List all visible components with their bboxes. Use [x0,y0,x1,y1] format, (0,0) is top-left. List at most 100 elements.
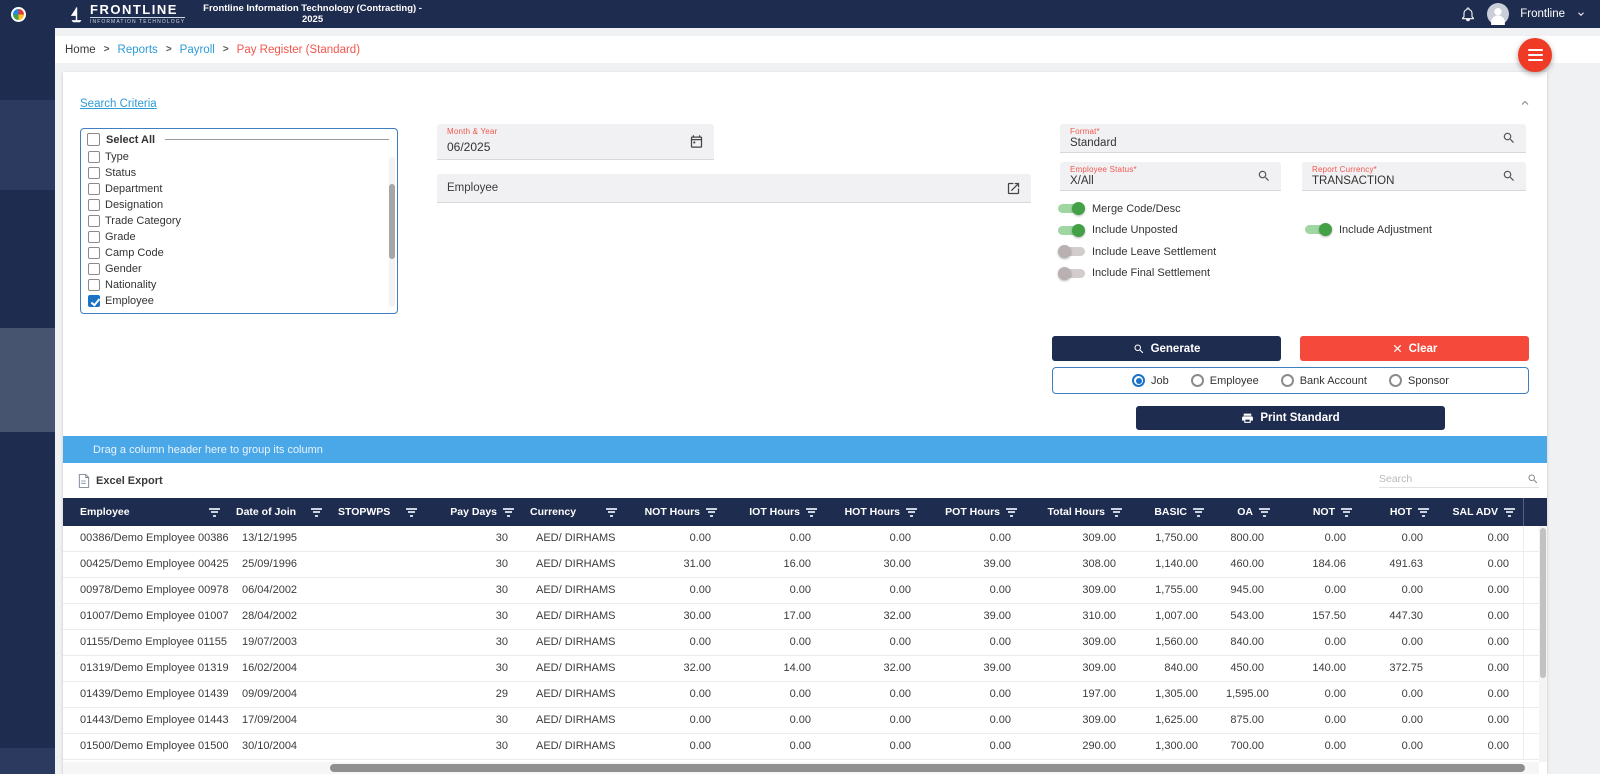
filter-option[interactable]: Trade Category [88,213,397,229]
table-row[interactable]: 00978/Demo Employee 00978 06/04/2002 30 AED… [63,578,1547,604]
column-header-hot-hours[interactable]: HOT Hours [825,498,925,526]
filter-icon[interactable] [1504,507,1515,517]
filter-option[interactable]: Department [88,181,397,197]
filter-icon[interactable] [1341,507,1352,517]
table-row[interactable]: 01500/Demo Employee 01500 30/10/2004 30 AED… [63,734,1547,760]
filter-option[interactable]: Grade [88,229,397,245]
filter-icon[interactable] [1111,507,1122,517]
column-header-currency[interactable]: Currency [522,498,625,526]
filter-icon[interactable] [906,507,917,517]
column-header-total-hours[interactable]: Total Hours [1025,498,1130,526]
avatar[interactable] [1487,3,1510,25]
toggle-switch[interactable] [1058,245,1085,259]
filter-icon[interactable] [1193,507,1204,517]
filter-icon[interactable] [311,507,322,517]
listbox-scrollbar[interactable] [389,157,395,307]
notifications-bell-icon[interactable] [1460,6,1476,22]
filter-checkbox[interactable] [88,295,100,307]
filter-option[interactable]: Employee [88,293,397,309]
column-header-not-hours[interactable]: NOT Hours [625,498,725,526]
radio-option[interactable]: Sponsor [1388,374,1449,387]
toggle-switch[interactable] [1058,266,1085,280]
filter-checkbox[interactable] [88,215,100,227]
chevron-down-icon[interactable] [1576,9,1586,19]
filter-checkbox[interactable] [88,279,100,291]
open-picker-icon[interactable] [1006,181,1021,196]
select-all-row[interactable]: Select All [81,129,397,148]
radio-option[interactable]: Employee [1190,374,1259,387]
month-year-field[interactable]: Month & Year 06/2025 [437,124,714,160]
group-by-bar[interactable]: Drag a column header here to group its c… [63,436,1547,463]
filter-option[interactable]: Status [88,165,397,181]
table-row[interactable]: 01007/Demo Employee 01007 28/04/2002 30 AED… [63,604,1547,630]
filter-checkbox[interactable] [88,247,100,259]
filter-icon[interactable] [1259,507,1270,517]
toggle-row[interactable]: Include Leave Settlement [1058,241,1216,263]
filter-icon[interactable] [806,507,817,517]
filter-checkbox[interactable] [88,167,100,179]
column-header-pay-days[interactable]: Pay Days [425,498,522,526]
vertical-scrollbar[interactable] [1539,526,1547,762]
collapse-chevron-icon[interactable] [1519,96,1531,114]
filter-icon[interactable] [406,507,417,517]
column-header-date-of-join[interactable]: Date of Join [228,498,330,526]
filter-checkbox[interactable] [88,199,100,211]
search-icon[interactable] [1502,131,1516,145]
breadcrumb-home[interactable]: Home [65,44,96,56]
table-row[interactable]: 01155/Demo Employee 01155 19/07/2003 30 AED… [63,630,1547,656]
toggle-switch[interactable] [1305,223,1332,237]
table-row[interactable]: 00386/Demo Employee 00386 13/12/1995 30 AED… [63,526,1547,552]
filter-option[interactable]: Gender [88,261,397,277]
clear-button[interactable]: Clear [1300,336,1529,361]
frontline-logo[interactable]: FRONTLINE INFORMATION TECHNOLOGY [68,3,186,25]
horizontal-scrollbar[interactable] [63,762,1539,774]
column-header-iot-hours[interactable]: IOT Hours [725,498,825,526]
column-header-pot-hours[interactable]: POT Hours [925,498,1025,526]
column-header-sal-adv[interactable]: SAL ADV [1437,498,1523,526]
column-header-employee[interactable]: Employee [63,498,228,526]
print-standard-button[interactable]: Print Standard [1136,406,1445,430]
column-header-basic[interactable]: BASIC [1130,498,1212,526]
user-name[interactable]: Frontline [1520,8,1565,20]
filter-icon[interactable] [1418,507,1429,517]
filter-option[interactable]: Type [88,149,397,165]
sidebar[interactable] [0,28,55,774]
table-row[interactable]: 01319/Demo Employee 01319 16/02/2004 30 AED… [63,656,1547,682]
format-field[interactable]: Format* Standard [1060,124,1526,153]
table-row[interactable]: 01443/Demo Employee 01443 17/09/2004 30 AED… [63,708,1547,734]
radio-button[interactable] [1190,374,1204,387]
app-logo-icon[interactable] [11,6,26,22]
calendar-icon[interactable] [689,134,704,149]
radio-button[interactable] [1388,374,1402,387]
radio-button[interactable] [1132,374,1146,387]
scrollbar-thumb[interactable] [330,764,1525,772]
filter-icon[interactable] [503,507,514,517]
search-criteria-link[interactable]: Search Criteria [80,98,157,110]
excel-export-button[interactable]: Excel Export [78,473,163,488]
scrollbar-thumb[interactable] [1540,528,1546,678]
grid-search-input[interactable] [1379,473,1527,485]
column-header-hot[interactable]: HOT [1360,498,1437,526]
generate-button[interactable]: Generate [1052,336,1281,361]
breadcrumb-payroll[interactable]: Payroll [180,44,215,56]
filter-icon[interactable] [1006,507,1017,517]
filter-checkbox[interactable] [88,183,100,195]
filter-checkbox[interactable] [88,231,100,243]
search-icon[interactable] [1502,169,1516,183]
column-header-not[interactable]: NOT [1278,498,1360,526]
filter-option[interactable]: Nationality [88,277,397,293]
select-all-checkbox[interactable] [87,133,100,146]
search-icon[interactable] [1527,473,1539,485]
radio-button[interactable] [1280,374,1294,387]
table-row[interactable]: 00425/Demo Employee 00425 25/09/1996 30 AED… [63,552,1547,578]
filter-checkbox[interactable] [88,263,100,275]
toggle-row[interactable]: Include Adjustment [1305,219,1432,241]
filter-icon[interactable] [209,507,220,517]
scrollbar-thumb[interactable] [389,184,395,259]
toggle-switch[interactable] [1058,202,1085,216]
employee-status-field[interactable]: Employee Status* X/All [1060,162,1281,191]
radio-option[interactable]: Job [1132,374,1169,387]
column-header-oa[interactable]: OA [1212,498,1278,526]
filter-icon[interactable] [706,507,717,517]
breadcrumb-reports[interactable]: Reports [118,44,158,56]
